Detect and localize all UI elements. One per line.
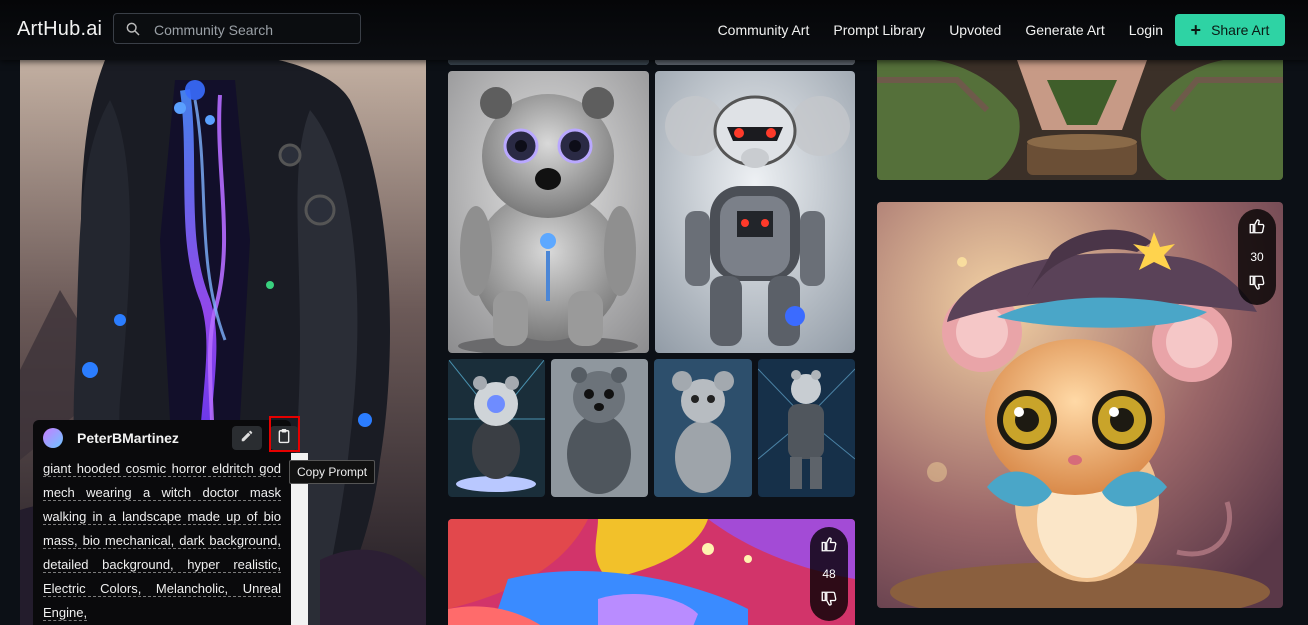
plus-icon: + [1190, 20, 1202, 40]
artwork-paint-splash[interactable] [448, 519, 855, 625]
vote-pill-paint: 48 [810, 527, 848, 621]
thumbs-down-icon[interactable] [820, 590, 838, 613]
share-art-button[interactable]: + Share Art [1175, 14, 1285, 46]
artwork-small-bear-4[interactable] [758, 359, 855, 497]
vote-pill-mouse: 30 [1238, 209, 1276, 305]
username[interactable]: PeterBMartinez [77, 430, 179, 446]
artwork-crystal-bear[interactable] [448, 71, 649, 353]
prompt-card: PeterBMartinez giant hooded cosmic horro… [33, 420, 298, 625]
prompt-text[interactable]: giant hooded cosmic horror eldritch god … [43, 457, 281, 625]
thumbs-up-icon[interactable] [1248, 217, 1266, 240]
search-box[interactable] [113, 13, 361, 44]
vote-count: 30 [1250, 250, 1264, 264]
artwork-small-bear-3[interactable] [654, 359, 752, 497]
edit-button[interactable] [232, 426, 262, 450]
search-icon [125, 21, 141, 37]
nav-generate-art[interactable]: Generate Art [1025, 22, 1104, 38]
top-navbar: ArtHub.ai Community Art Prompt Library U… [0, 0, 1308, 60]
artwork-wizard-mouse[interactable] [877, 202, 1283, 608]
search-input[interactable] [152, 18, 356, 42]
nav-login[interactable]: Login [1129, 22, 1163, 38]
nav-community-art[interactable]: Community Art [718, 22, 810, 38]
artwork-robot-bear[interactable] [655, 71, 855, 353]
thumbs-down-icon[interactable] [1248, 274, 1266, 297]
vote-count: 48 [822, 567, 836, 581]
nav-prompt-library[interactable]: Prompt Library [833, 22, 925, 38]
artwork-small-bear-1[interactable] [448, 359, 545, 497]
artwork-small-bear-2[interactable] [551, 359, 648, 497]
brand-logo[interactable]: ArtHub.ai [17, 18, 102, 41]
share-art-label: Share Art [1211, 22, 1270, 38]
pencil-icon [240, 429, 254, 448]
copy-prompt-tooltip: Copy Prompt [289, 460, 376, 484]
avatar[interactable] [43, 428, 63, 448]
thumbs-up-icon[interactable] [820, 535, 838, 558]
artwork-armored-legs[interactable] [877, 40, 1283, 180]
page: 48 30 PeterBMartinez giant hooded cosmic… [0, 0, 1308, 625]
copy-prompt-highlight [269, 416, 300, 452]
nav-upvoted[interactable]: Upvoted [949, 22, 1001, 38]
main-nav: Community Art Prompt Library Upvoted Gen… [694, 22, 1163, 38]
